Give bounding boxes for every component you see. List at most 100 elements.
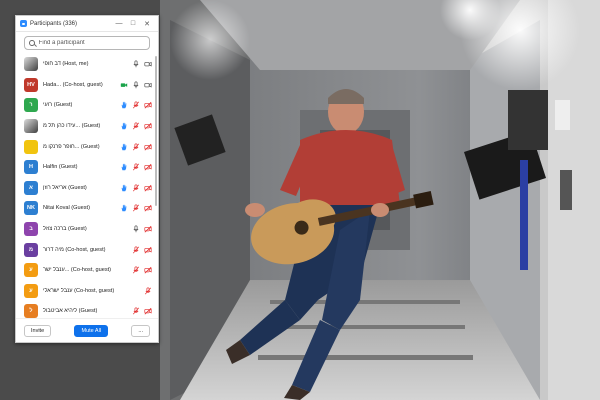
camera-off-icon[interactable] <box>144 266 152 274</box>
participants-panel: Participants (336) — □ ✕ דב חופי (Host, … <box>15 15 159 343</box>
panel-footer: Invite Mute All ... <box>16 318 158 342</box>
invite-button[interactable]: Invite <box>24 324 52 337</box>
avatar: ר <box>24 98 38 113</box>
participant-name: Halfin (Guest) <box>43 164 78 171</box>
participant-row[interactable]: דב חופי (Host, me) <box>16 54 158 75</box>
participant-name: ליהיא אביטבול (Guest) <box>43 308 98 315</box>
participant-row[interactable]: מ מיה דרור (Co-host, guest) <box>16 239 158 260</box>
participant-status-icons <box>120 143 152 151</box>
mic-muted-icon[interactable] <box>132 266 140 274</box>
camera-off-icon[interactable] <box>144 143 152 151</box>
participant-row[interactable]: HV Hada... (Co-host, guest) <box>16 75 158 96</box>
participant-name: ברכה צוזל (Guest) <box>43 226 87 233</box>
avatar <box>24 139 38 154</box>
raised-hand-icon <box>120 204 128 212</box>
participant-row[interactable]: ע ענבל ישראלי (Co-host, guest) <box>16 281 158 302</box>
participant-status-icons <box>120 81 152 89</box>
camera-off-icon[interactable] <box>144 122 152 130</box>
mic-muted-icon[interactable] <box>132 204 140 212</box>
participant-name: אריאל רוזן (Guest) <box>43 184 87 191</box>
list-scrollbar[interactable] <box>155 56 157 206</box>
mic-muted-icon[interactable] <box>132 122 140 130</box>
participant-status-icons <box>120 163 152 171</box>
participant-list: דב חופי (Host, me) HV Hada... (Co-host, gu… <box>16 54 158 324</box>
panel-titlebar[interactable]: Participants (336) — □ ✕ <box>16 16 158 32</box>
participant-row[interactable]: ר רועי (Guest) <box>16 95 158 116</box>
raised-hand-icon <box>120 143 128 151</box>
participant-row[interactable]: א אריאל רוזן (Guest) <box>16 178 158 199</box>
participant-status-icons <box>132 225 152 233</box>
participant-row[interactable]: H Halfin (Guest) <box>16 157 158 178</box>
avatar <box>24 57 38 72</box>
participant-name: מיה דרור (Co-host, guest) <box>43 246 106 253</box>
panel-title: Participants (336) <box>30 20 78 27</box>
camera-icon[interactable] <box>144 81 152 89</box>
camera-off-icon[interactable] <box>144 101 152 109</box>
camera-icon[interactable] <box>144 60 152 68</box>
mic-muted-icon[interactable] <box>132 307 140 315</box>
raised-hand-icon <box>120 184 128 192</box>
mute-all-button[interactable]: Mute All <box>74 324 109 337</box>
camera-off-icon[interactable] <box>144 163 152 171</box>
camera-off-icon[interactable] <box>144 204 152 212</box>
participant-status-icons <box>120 204 152 212</box>
camera-off-icon[interactable] <box>144 184 152 192</box>
mic-icon[interactable] <box>132 60 140 68</box>
mic-muted-icon[interactable] <box>132 184 140 192</box>
zoom-app-icon <box>20 20 27 27</box>
mic-muted-icon[interactable] <box>132 143 140 151</box>
participant-status-icons <box>120 184 152 192</box>
participant-name: Hada... (Co-host, guest) <box>43 81 103 88</box>
raised-hand-icon <box>120 163 128 171</box>
avatar: NK <box>24 201 38 216</box>
avatar: ע <box>24 263 38 278</box>
avatar: ל <box>24 304 38 319</box>
more-button[interactable]: ... <box>131 324 150 337</box>
minimize-icon[interactable]: — <box>112 17 126 31</box>
maximize-icon[interactable]: □ <box>126 17 140 31</box>
search-icon <box>29 40 35 46</box>
participant-search[interactable] <box>24 36 150 50</box>
participant-status-icons <box>132 246 152 254</box>
avatar: א <box>24 180 38 195</box>
close-icon[interactable]: ✕ <box>140 17 154 31</box>
participant-row[interactable]: NK Nitai Koval (Guest) <box>16 198 158 219</box>
mic-muted-icon[interactable] <box>132 246 140 254</box>
participant-row[interactable]: עידו כהן תל מ... (Guest) <box>16 116 158 137</box>
search-input[interactable] <box>38 40 145 46</box>
meeting-window: Participants (336) — □ ✕ דב חופי (Host, … <box>0 0 600 400</box>
participant-name: רועי (Guest) <box>43 102 73 109</box>
mic-muted-icon[interactable] <box>144 287 152 295</box>
participant-name: Nitai Koval (Guest) <box>43 205 90 212</box>
participant-name: חופר פרנקו מ... (Guest) <box>43 143 100 150</box>
participant-name: דב חופי (Host, me) <box>43 61 89 68</box>
participant-name: ענבל ישר... (Co-host, guest) <box>43 267 112 274</box>
mic-icon[interactable] <box>132 81 140 89</box>
raised-hand-icon <box>120 122 128 130</box>
avatar: HV <box>24 77 38 92</box>
participant-name: עידו כהן תל מ... (Guest) <box>43 123 101 130</box>
participant-status-icons <box>144 287 152 295</box>
mic-muted-icon[interactable] <box>132 101 140 109</box>
participant-status-icons <box>132 266 152 274</box>
mic-muted-icon[interactable] <box>132 163 140 171</box>
participant-row[interactable]: ב ברכה צוזל (Guest) <box>16 219 158 240</box>
participant-status-icons <box>132 60 152 68</box>
participant-row[interactable]: ע ענבל ישר... (Co-host, guest) <box>16 260 158 281</box>
participant-status-icons <box>120 101 152 109</box>
participant-status-icons <box>132 307 152 315</box>
participant-name: ענבל ישראלי (Co-host, guest) <box>43 287 115 294</box>
avatar: ע <box>24 283 38 298</box>
camera-off-icon[interactable] <box>144 246 152 254</box>
participant-status-icons <box>120 122 152 130</box>
avatar <box>24 119 38 134</box>
avatar: ב <box>24 222 38 237</box>
share-screen-icon <box>120 81 128 89</box>
raised-hand-icon <box>120 101 128 109</box>
avatar: מ <box>24 242 38 257</box>
camera-off-icon[interactable] <box>144 307 152 315</box>
camera-off-icon[interactable] <box>144 225 152 233</box>
mic-icon[interactable] <box>132 225 140 233</box>
participant-row[interactable]: חופר פרנקו מ... (Guest) <box>16 136 158 157</box>
avatar: H <box>24 160 38 175</box>
